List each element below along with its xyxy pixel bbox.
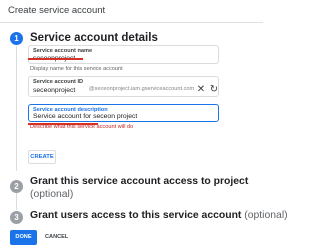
service-account-description-hint: Describe what this service account will … [30, 124, 134, 130]
stepper-rail [16, 46, 17, 171]
step-2-optional: (optional) [30, 189, 74, 200]
service-account-id-value[interactable]: seceonproject [33, 87, 75, 94]
done-button[interactable]: DONE [10, 230, 37, 245]
service-account-description-value[interactable]: Service account for seceon project [33, 113, 137, 120]
step-2-title-text: Grant this service account access to pro… [30, 176, 249, 187]
step-3-title-text: Grant users access to this service accou… [30, 210, 242, 221]
cancel-button[interactable]: CANCEL [45, 230, 68, 245]
dialog-header: Create service account [0, 0, 263, 23]
service-account-name-hint: Display name for this service account [30, 66, 123, 72]
service-account-name-label: Service account name [33, 48, 93, 54]
step-3-optional: (optional) [244, 210, 288, 221]
step-2-number: 2 [10, 180, 23, 193]
refresh-icon[interactable]: ↻ [208, 84, 220, 96]
create-button[interactable]: CREATE [28, 150, 56, 164]
page-title: Create service account [8, 5, 106, 16]
service-account-description-field[interactable]: Service account description Service acco… [28, 104, 219, 122]
close-icon[interactable]: ✕ [195, 84, 207, 96]
step-2-title[interactable]: Grant this service account access to pro… [30, 176, 248, 187]
step-1-title[interactable]: Service account details [30, 32, 158, 44]
name-underline [28, 58, 83, 60]
service-account-id-label: Service account ID [33, 79, 84, 85]
service-account-name-field[interactable]: Service account name seceonproject [28, 45, 219, 64]
service-account-id-suffix: @seceonproject.iam.gserviceaccount.com [89, 86, 195, 92]
stepper-rail [16, 193, 17, 210]
step-3-title[interactable]: Grant users access to this service accou… [30, 210, 288, 221]
step-3-number: 3 [10, 211, 23, 224]
step-1-number: 1 [10, 32, 23, 45]
